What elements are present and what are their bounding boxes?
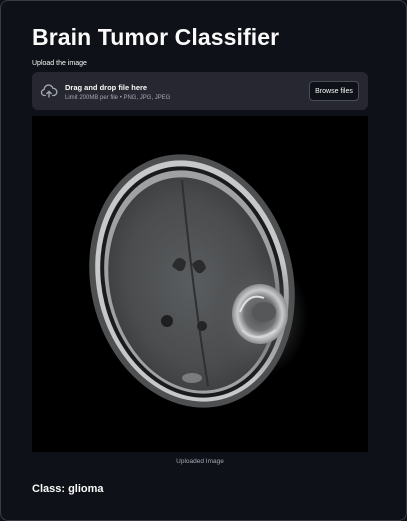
cloud-upload-icon [40,82,58,100]
dropzone-limit-text: Limit 200MB per file • PNG, JPG, JPEG [65,95,171,101]
classification-result: Class: glioma [32,483,104,495]
image-caption: Uploaded Image [176,458,224,465]
page-title: Brain Tumor Classifier [32,24,280,50]
browse-files-button[interactable]: Browse files [309,81,359,101]
dropzone-instructions: Drag and drop file here [65,83,148,92]
file-dropzone[interactable]: Drag and drop file here Limit 200MB per … [32,72,368,110]
uploader-label: Upload the image [32,60,87,67]
uploaded-image [32,116,368,452]
